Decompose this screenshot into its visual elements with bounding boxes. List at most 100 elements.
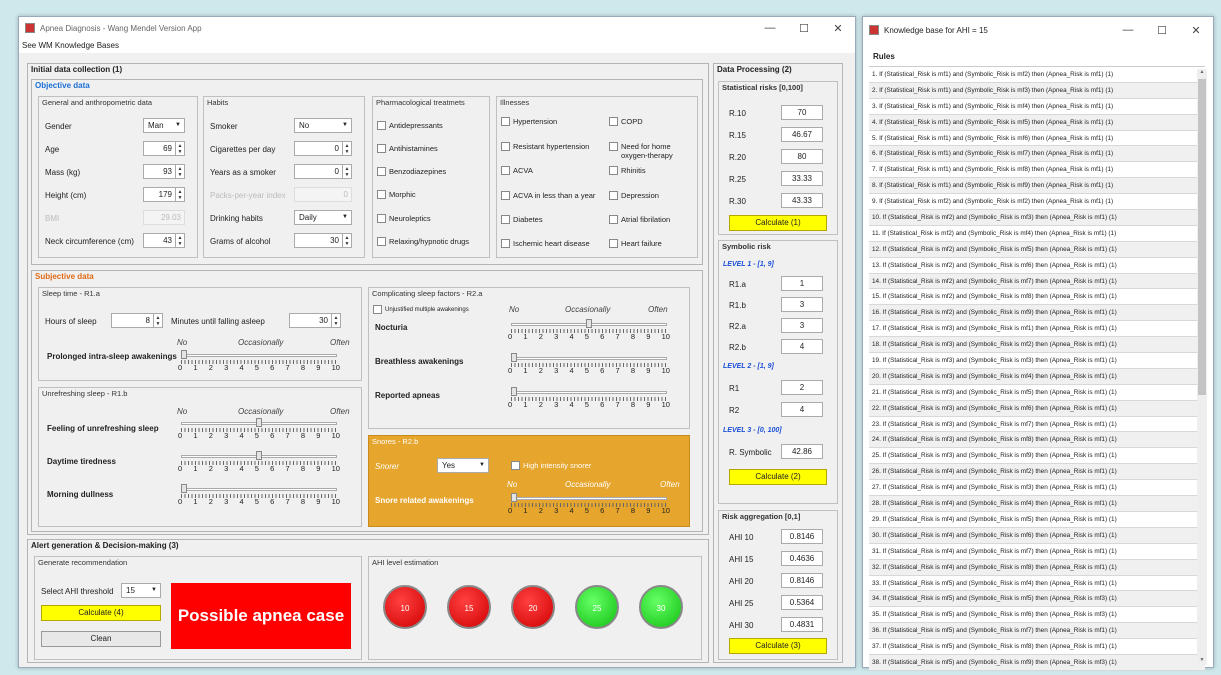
rule-row[interactable]: 19. If (Statistical_Risk is mf3) and (Sy… [869,353,1205,369]
checkbox-hypertension[interactable]: Hypertension [501,117,557,126]
slider-track[interactable] [511,357,667,360]
rule-row[interactable]: 22. If (Statistical_Risk is mf3) and (Sy… [869,400,1205,417]
checkbox-icon[interactable] [609,117,618,126]
height-spinner[interactable]: 179 ▲ ▼ [143,187,185,202]
checkbox-icon[interactable] [609,215,618,224]
checkbox-ischemic[interactable]: Ischemic heart disease [501,239,590,248]
rule-row[interactable]: 23. If (Statistical_Risk is mf3) and (Sy… [869,416,1205,433]
spinner-arrows-icon[interactable]: ▲ ▼ [331,314,340,327]
checkbox-icon[interactable] [501,142,510,151]
checkbox-acva-year[interactable]: ACVA in less than a year [501,191,595,200]
checkbox-icon[interactable] [609,166,618,175]
rule-row[interactable]: 33. If (Statistical_Risk is mf5) and (Sy… [869,575,1205,592]
checkbox-icon[interactable] [609,142,618,151]
alcohol-spinner[interactable]: 30 ▲ ▼ [294,233,352,248]
checkbox-resistant-hypertension[interactable]: Resistant hypertension [501,142,589,151]
scroll-down-icon[interactable]: ▼ [1197,657,1207,665]
calculate-3-button[interactable]: Calculate (3) [729,638,827,654]
rule-row[interactable]: 1. If (Statistical_Risk is mf1) and (Sym… [869,67,1205,83]
rule-row[interactable]: 26. If (Statistical_Risk is mf4) and (Sy… [869,464,1205,481]
checkbox-oxygen[interactable]: Need for home oxygen-therapy [609,142,683,160]
rule-row[interactable]: 25. If (Statistical_Risk is mf3) and (Sy… [869,448,1205,465]
rule-row[interactable]: 2. If (Statistical_Risk is mf1) and (Sym… [869,82,1205,99]
checkbox-icon[interactable] [373,305,382,314]
drinking-select[interactable]: Daily ▼ [294,210,352,225]
snorer-select[interactable]: Yes ▼ [437,458,489,473]
slider-track[interactable] [181,488,337,491]
rule-row[interactable]: 15. If (Statistical_Risk is mf2) and (Sy… [869,289,1205,306]
calculate-1-button[interactable]: Calculate (1) [729,215,827,231]
breathless-slider[interactable]: 0 1 2 3 4 5 6 7 8 9 10 [508,352,670,376]
slider-thumb[interactable] [256,418,262,427]
rule-row[interactable]: 12. If (Statistical_Risk is mf2) and (Sy… [869,241,1205,258]
rule-row[interactable]: 34. If (Statistical_Risk is mf5) and (Sy… [869,591,1205,608]
checkbox-neuroleptics[interactable]: Neuroleptics [377,214,431,223]
spinner-arrows-icon[interactable]: ▲ ▼ [175,188,184,201]
spinner-arrows-icon[interactable]: ▲ ▼ [342,234,351,247]
rule-row[interactable]: 3. If (Statistical_Risk is mf1) and (Sym… [869,98,1205,115]
checkbox-diabetes[interactable]: Diabetes [501,215,543,224]
slider-track[interactable] [511,497,667,500]
spinner-arrows-icon[interactable]: ▲ ▼ [153,314,162,327]
rule-row[interactable]: 21. If (Statistical_Risk is mf3) and (Sy… [869,384,1205,401]
rule-row[interactable]: 17. If (Statistical_Risk is mf3) and (Sy… [869,321,1205,338]
rule-row[interactable]: 14. If (Statistical_Risk is mf2) and (Sy… [869,273,1205,290]
clean-button[interactable]: Clean [41,631,161,647]
rule-row[interactable]: 29. If (Statistical_Risk is mf4) and (Sy… [869,511,1205,528]
calculate-2-button[interactable]: Calculate (2) [729,469,827,485]
checkbox-icon[interactable] [609,239,618,248]
apneas-slider[interactable]: 0 1 2 3 4 5 6 7 8 9 10 [508,386,670,410]
checkbox-icon[interactable] [377,237,386,246]
snore-awakenings-slider[interactable]: 0 1 2 3 4 5 6 7 8 9 10 [508,492,670,516]
cigarettes-spinner[interactable]: 0 ▲ ▼ [294,141,352,156]
rule-row[interactable]: 18. If (Statistical_Risk is mf3) and (Sy… [869,337,1205,354]
rule-row[interactable]: 24. If (Statistical_Risk is mf3) and (Sy… [869,432,1205,449]
rule-row[interactable]: 13. If (Statistical_Risk is mf2) and (Sy… [869,257,1205,274]
checkbox-acva[interactable]: ACVA [501,166,533,175]
scroll-thumb[interactable] [1198,79,1206,395]
checkbox-icon[interactable] [377,121,386,130]
checkbox-high-intensity[interactable]: High intensity snorer [511,461,591,470]
smoker-select[interactable]: No ▼ [294,118,352,133]
checkbox-morphic[interactable]: Morphic [377,190,416,199]
feeling-slider[interactable]: 0 1 2 3 4 5 6 7 8 9 10 [178,417,340,441]
minimize-icon[interactable]: — [1111,24,1145,37]
close-icon[interactable]: ✕ [821,22,855,35]
spinner-arrows-icon[interactable]: ▲ ▼ [175,142,184,155]
rule-row[interactable]: 9. If (Statistical_Risk is mf2) and (Sym… [869,194,1205,211]
neck-spinner[interactable]: 43 ▲ ▼ [143,233,185,248]
checkbox-icon[interactable] [501,191,510,200]
checkbox-unjustified[interactable]: Unjustified multiple awakenings [373,305,469,314]
minimize-icon[interactable]: — [753,22,787,35]
checkbox-depression[interactable]: Depression [609,191,659,200]
nocturia-slider[interactable]: 0 1 2 3 4 5 6 7 8 9 10 [508,318,670,342]
checkbox-icon[interactable] [377,144,386,153]
checkbox-heart-failure[interactable]: Heart failure [609,239,662,248]
spinner-arrows-icon[interactable]: ▲ ▼ [175,234,184,247]
rule-row[interactable]: 36. If (Statistical_Risk is mf5) and (Sy… [869,623,1205,640]
prolonged-slider[interactable]: 0 1 2 3 4 5 6 7 8 9 10 [178,349,340,373]
checkbox-icon[interactable] [501,117,510,126]
slider-track[interactable] [511,391,667,394]
mass-spinner[interactable]: 93 ▲ ▼ [143,164,185,179]
maximize-icon[interactable]: ☐ [1145,24,1179,37]
menu-see-kb[interactable]: See WM Knowledge Bases [22,41,119,50]
checkbox-icon[interactable] [501,166,510,175]
checkbox-icon[interactable] [501,215,510,224]
age-spinner[interactable]: 69 ▲ ▼ [143,141,185,156]
rule-row[interactable]: 8. If (Statistical_Risk is mf1) and (Sym… [869,178,1205,195]
checkbox-icon[interactable] [609,191,618,200]
gender-select[interactable]: Man ▼ [143,118,185,133]
checkbox-icon[interactable] [377,214,386,223]
threshold-select[interactable]: 15 ▼ [121,583,161,598]
daytime-slider[interactable]: 0 1 2 3 4 5 6 7 8 9 10 [178,450,340,474]
checkbox-benzodiazepines[interactable]: Benzodiazepines [377,167,446,176]
checkbox-icon[interactable] [377,167,386,176]
calculate-4-button[interactable]: Calculate (4) [41,605,161,621]
years-smoker-spinner[interactable]: 0 ▲ ▼ [294,164,352,179]
rule-row[interactable]: 20. If (Statistical_Risk is mf3) and (Sy… [869,368,1205,385]
checkbox-rhinitis[interactable]: Rhinitis [609,166,646,175]
slider-thumb[interactable] [181,350,187,359]
morning-slider[interactable]: 0 1 2 3 4 5 6 7 8 9 10 [178,483,340,507]
checkbox-antihistamines[interactable]: Antihistamines [377,144,438,153]
